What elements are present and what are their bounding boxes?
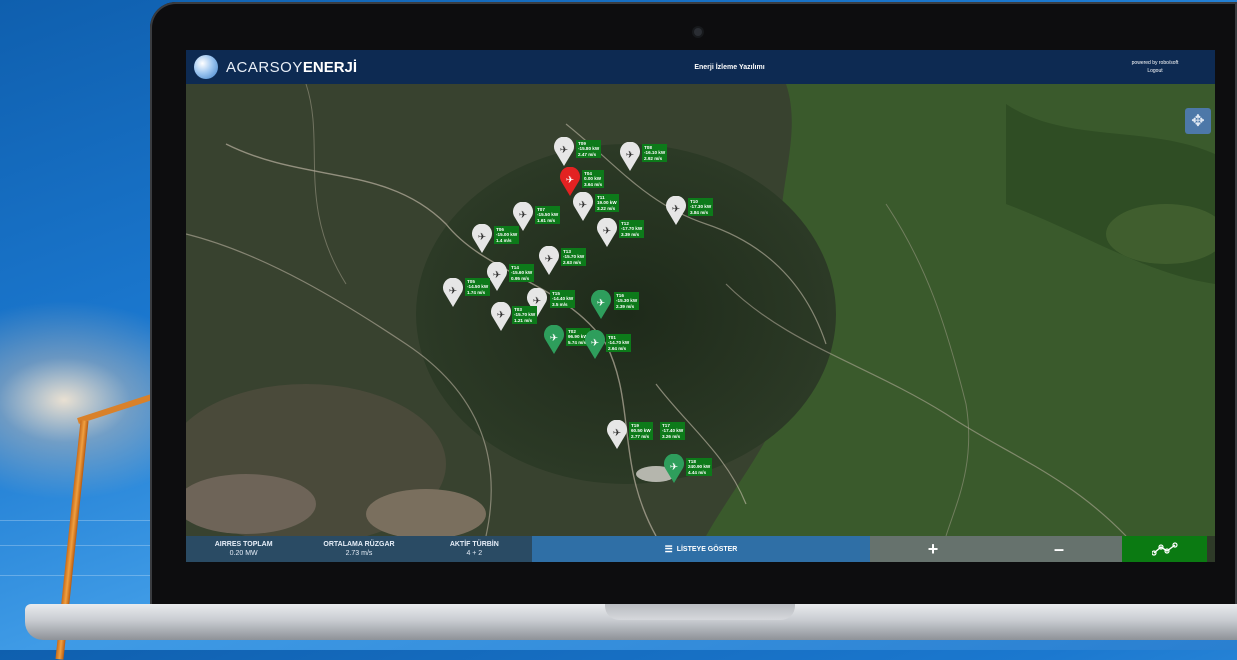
turbine-label: T16 -15.30 kW 2.39 m/s [614, 292, 640, 311]
satellite-map[interactable]: ✥ ✈ T09 -15.80 kW 2.47 m/s ✈ T08 -16.10 kW 2… [186, 84, 1215, 536]
bottom-toolbar: AIRRES TOPLAM 0.20 MW ORTALAMA RÜZGAR 2.… [186, 536, 1215, 562]
svg-text:✈: ✈ [613, 428, 621, 439]
stat-label: ORTALAMA RÜZGAR [323, 541, 395, 548]
svg-text:✈: ✈ [579, 200, 587, 211]
logout-link[interactable]: Logout [1147, 67, 1162, 75]
turbine-label: T10 -17.30 kW 3.84 m/s [688, 198, 714, 217]
graph-icon [1151, 542, 1178, 556]
list-icon: ☰ [664, 543, 673, 554]
svg-text:✈: ✈ [550, 333, 558, 344]
svg-text:✈: ✈ [519, 210, 527, 221]
turbine-label: T01 -14.70 kW 2.64 m/s [606, 334, 632, 353]
laptop-notch [605, 604, 795, 620]
page-title: Enerji İzleme Yazılımı [694, 63, 765, 71]
turbine-marker-t12[interactable]: ✈ [596, 218, 618, 248]
turbine-label: T04 0.00 kW 3.64 m/s [582, 170, 605, 189]
svg-text:✈: ✈ [626, 150, 634, 161]
summary-stats: AIRRES TOPLAM 0.20 MW ORTALAMA RÜZGAR 2.… [186, 536, 532, 562]
turbine-marker-t13[interactable]: ✈ [538, 246, 560, 276]
turbine-marker-t10[interactable]: ✈ [665, 196, 687, 226]
turbine-marker-t18[interactable]: ✈ [663, 454, 685, 484]
stat-total-power: AIRRES TOPLAM 0.20 MW [186, 536, 301, 562]
stat-value: 0.20 MW [229, 550, 258, 557]
svg-text:✈: ✈ [493, 270, 501, 281]
stat-average-wind: ORTALAMA RÜZGAR 2.73 m/s [301, 536, 416, 562]
svg-text:✈: ✈ [478, 232, 486, 243]
app-screen: ACARSOY ENERJİ Enerji İzleme Yazılımı po… [186, 50, 1215, 562]
compass-icon[interactable]: ✥ [1185, 108, 1211, 134]
stat-label: AIRRES TOPLAM [214, 541, 273, 548]
svg-text:✈: ✈ [560, 145, 568, 156]
turbine-marker-t06[interactable]: ✈ [471, 224, 493, 254]
svg-text:✈: ✈ [591, 338, 599, 349]
webcam [694, 28, 702, 36]
stat-value: 4 + 2 [466, 550, 483, 557]
turbine-label: T18 240.90 kW 4.44 m/s [686, 458, 713, 477]
turbine-label: T03 -15.70 kW 1.21 m/s [512, 306, 538, 325]
powered-by-text: powered by robo/soft [1131, 60, 1179, 66]
turbine-marker-t01[interactable]: ✈ [584, 330, 606, 360]
brand-name-primary: ACARSOY [226, 58, 303, 76]
turbine-marker-t09[interactable]: ✈ [553, 137, 575, 167]
svg-text:✈: ✈ [670, 462, 678, 473]
stat-label: AKTİF TÜRBİN [449, 541, 499, 548]
svg-text:✈: ✈ [672, 204, 680, 215]
turbine-marker-t19[interactable]: ✈ [606, 420, 628, 450]
svg-text:✈: ✈ [497, 310, 505, 321]
svg-text:✈: ✈ [545, 254, 553, 265]
brand-name-secondary: ENERJİ [302, 58, 358, 76]
graph-button[interactable] [1122, 536, 1207, 562]
turbine-marker-t05[interactable]: ✈ [442, 278, 464, 308]
turbine-label: T09 -15.80 kW 2.47 m/s [576, 140, 602, 159]
svg-text:✈: ✈ [566, 175, 574, 186]
turbine-label: T07 -15.50 kW 1.61 m/s [535, 206, 561, 225]
stat-value: 2.73 m/s [345, 550, 373, 557]
stat-active-turbines: AKTİF TÜRBİN 4 + 2 [417, 536, 532, 562]
zoom-out-button[interactable]: – [996, 536, 1122, 562]
turbine-label: T13 -15.70 kW 2.63 m/s [561, 248, 587, 267]
turbine-label: T11 19.00 kW 3.22 m/s [595, 194, 619, 213]
turbine-label: T06 -15.00 kW 1.4 m/s [494, 226, 520, 245]
turbine-label: T12 -17.70 kW 3.39 m/s [619, 220, 645, 239]
turbine-marker-t08[interactable]: ✈ [619, 142, 641, 172]
turbine-marker-t11[interactable]: ✈ [572, 192, 594, 222]
svg-text:✈: ✈ [603, 226, 611, 237]
show-list-button[interactable]: ☰ LİSTEYE GÖSTER [532, 536, 870, 562]
turbine-marker-t03[interactable]: ✈ [490, 302, 512, 332]
show-list-label: LİSTEYE GÖSTER [676, 545, 738, 553]
logo-icon [194, 55, 218, 79]
turbine-label: T14 -15.60 kW 0.95 m/s [509, 264, 535, 283]
svg-text:✈: ✈ [449, 286, 457, 297]
svg-text:✈: ✈ [597, 298, 605, 309]
turbine-label: T17 -17.40 kW 3.26 m/s [660, 422, 686, 441]
turbine-marker-t16[interactable]: ✈ [590, 290, 612, 320]
zoom-in-button[interactable]: + [870, 536, 996, 562]
turbine-marker-t02[interactable]: ✈ [543, 325, 565, 355]
app-header: ACARSOY ENERJİ Enerji İzleme Yazılımı po… [186, 50, 1215, 84]
turbine-label: T08 -16.10 kW 2.92 m/s [642, 144, 668, 163]
turbine-label: T05 -14.50 kW 1.74 m/s [465, 278, 491, 297]
turbine-label: T19 60.50 kW 2.77 m/s [629, 422, 653, 441]
header-user-area: powered by robo/soft Logout [1095, 59, 1215, 75]
turbine-label: T15 -14.40 kW 3.5 m/s [550, 290, 576, 309]
